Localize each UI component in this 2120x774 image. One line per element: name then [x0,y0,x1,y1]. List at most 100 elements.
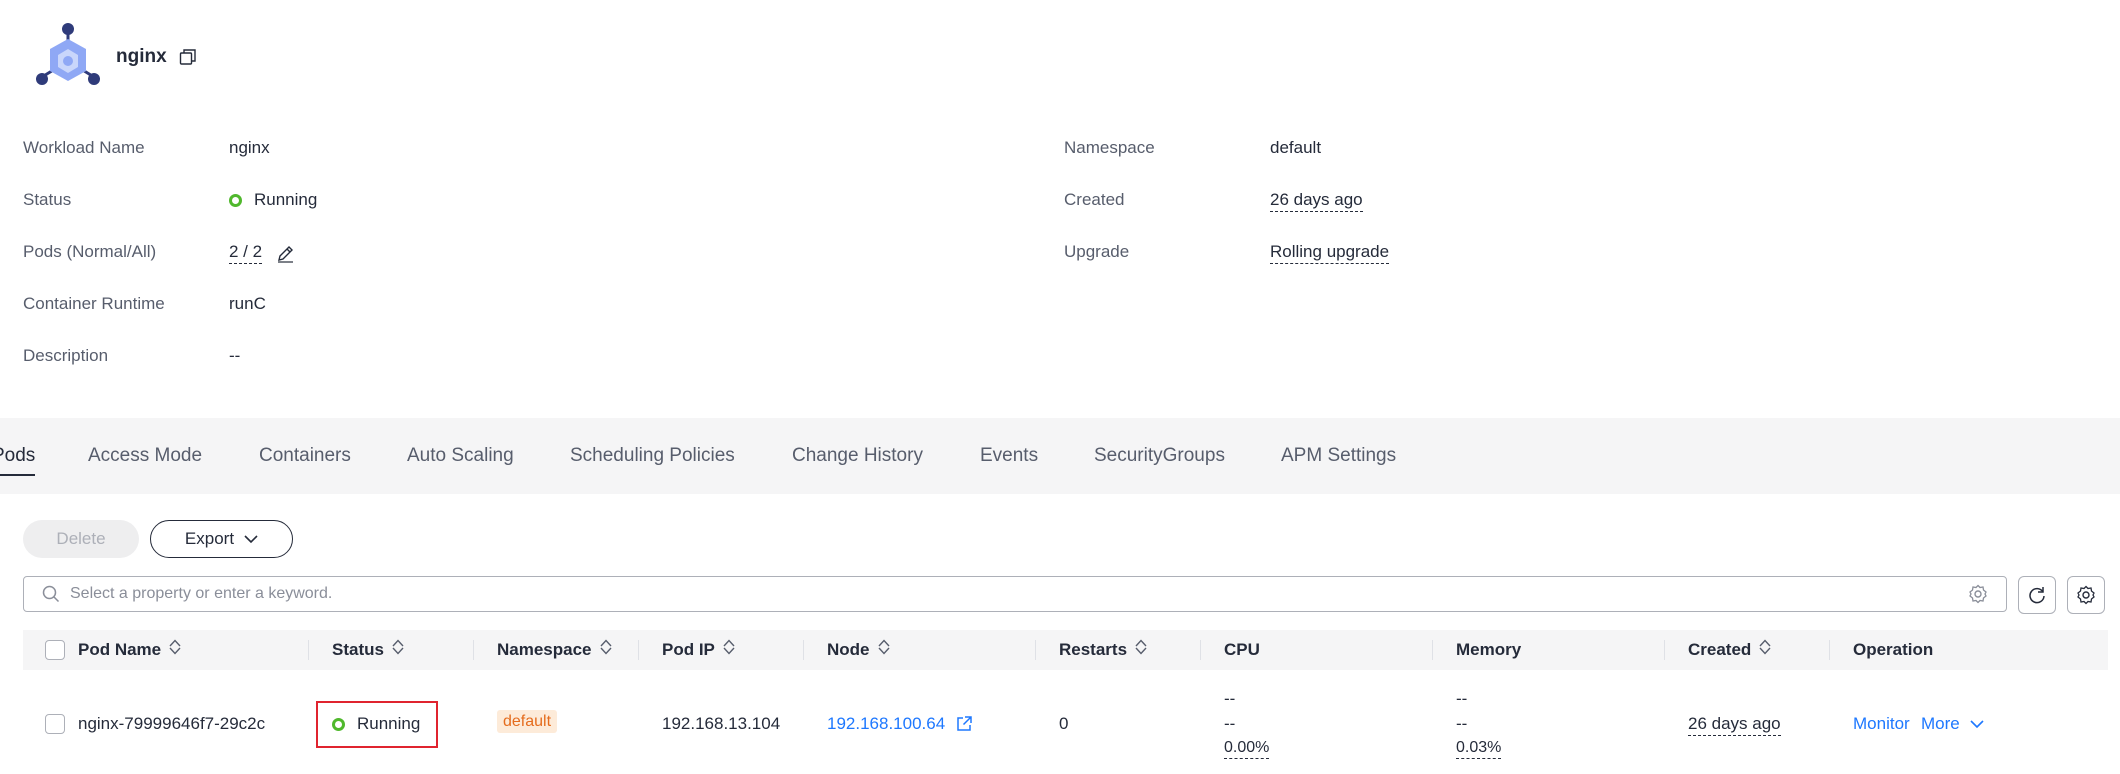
column-label: Restarts [1059,640,1128,659]
external-link-icon[interactable] [955,715,973,733]
more-label: More [1921,714,1960,733]
delete-button[interactable]: Delete [23,520,139,558]
workload-title: nginx [116,46,167,67]
node-link[interactable]: 192.168.100.64 [827,714,945,734]
info-label-created: Created [1064,190,1125,209]
chevron-down-icon [1970,719,1984,729]
info-label-description: Description [23,346,109,365]
info-value-workload-name: nginx [229,138,270,157]
info-label-runtime: Container Runtime [23,294,165,313]
memory-line-1: -- [1456,689,1468,708]
column-label: Node [827,640,870,659]
more-dropdown[interactable]: More [1921,714,1984,734]
pod-ip: 192.168.13.104 [662,714,781,733]
column-label: Status [332,640,384,659]
info-value-runtime: runC [229,294,266,313]
table-settings-button[interactable] [2067,576,2105,614]
column-label: Pod IP [662,640,715,659]
select-all-checkbox[interactable] [45,640,65,660]
column-separator [1035,640,1036,660]
info-label-workload-name: Workload Name [23,138,145,157]
column-header-operation: Operation [1853,640,1934,659]
refresh-icon [2027,585,2047,605]
status-highlight-box [316,701,438,748]
tab-auto-scaling[interactable]: Auto Scaling [407,418,514,494]
cpu-usage: 0.00% [1224,739,1270,759]
pods-count: 2 / 2 [229,242,263,264]
info-value-upgrade: Rolling upgrade [1270,242,1390,264]
column-separator [473,640,474,660]
info-label-upgrade: Upgrade [1064,242,1130,261]
search-icon [42,585,60,603]
sort-icon[interactable] [877,630,891,670]
column-label: Pod Name [78,640,162,659]
sort-icon[interactable] [599,630,613,670]
cpu-line-1: -- [1224,689,1236,708]
sort-icon[interactable] [168,630,182,670]
info-value-pods: 2 / 2 [229,242,295,264]
column-header-memory: Memory [1456,640,1522,659]
column-label: Created [1688,640,1752,659]
column-header-namespace[interactable]: Namespace [497,630,613,670]
pod-created: 26 days ago [1688,714,1781,736]
column-header-pod-ip[interactable]: Pod IP [662,630,736,670]
pod-restarts: 0 [1059,714,1069,733]
column-separator [1829,640,1830,660]
search-bar[interactable] [23,576,2007,612]
search-input[interactable] [68,584,1968,604]
status-text: Running [254,190,318,209]
sort-icon[interactable] [1758,630,1772,670]
column-separator [803,640,804,660]
info-label-status: Status [23,190,72,209]
column-separator [1200,640,1201,660]
sort-icon[interactable] [722,630,736,670]
column-separator [308,640,309,660]
tab-containers[interactable]: Containers [259,418,351,494]
export-label: Export [184,529,235,548]
tab-events[interactable]: Events [980,418,1038,494]
workload-header: nginx [32,21,197,93]
info-value-created: 26 days ago [1270,190,1363,212]
namespace-badge: default [497,710,558,733]
edit-pods-icon[interactable] [276,244,295,263]
refresh-button[interactable] [2018,576,2056,614]
column-header-created[interactable]: Created [1688,630,1772,670]
memory-line-2: -- [1456,714,1468,733]
column-separator [1664,640,1665,660]
column-header-status[interactable]: Status [332,630,405,670]
column-header-node[interactable]: Node [827,630,891,670]
info-label-pods: Pods (Normal/All) [23,242,157,261]
detail-tabs: Pods Access Mode Containers Auto Scaling… [0,418,2120,494]
info-value-namespace: default [1270,138,1322,157]
tab-scheduling-policies[interactable]: Scheduling Policies [570,418,735,494]
pod-name: nginx-79999646f7-29c2c [78,714,266,733]
status-running-icon [229,193,242,207]
table-header: Pod Name Status Namespace Pod IP Node Re… [23,630,2108,670]
copy-icon[interactable] [179,48,197,66]
workload-logo-icon [32,21,104,93]
pod-node: 192.168.100.64 [827,714,973,734]
memory-usage: 0.03% [1456,739,1502,759]
tab-access-mode[interactable]: Access Mode [88,418,202,494]
gear-icon [2076,585,2096,605]
sort-icon[interactable] [391,630,405,670]
column-separator [638,640,639,660]
column-header-pod-name[interactable]: Pod Name [78,630,182,670]
info-value-description: -- [229,346,241,365]
tab-apm-settings[interactable]: APM Settings [1281,418,1396,494]
column-header-restarts[interactable]: Restarts [1059,630,1148,670]
cpu-line-2: -- [1224,714,1236,733]
tab-pods[interactable]: Pods [0,418,36,494]
info-value-status: Running [229,190,317,210]
monitor-link[interactable]: Monitor [1853,714,1910,734]
pod-namespace: default [497,710,558,733]
column-header-cpu: CPU [1224,640,1260,659]
search-settings-icon[interactable] [1968,584,1988,604]
tab-security-groups[interactable]: SecurityGroups [1094,418,1225,494]
chevron-down-icon [244,534,258,544]
sort-icon[interactable] [1134,630,1148,670]
row-checkbox[interactable] [45,714,65,734]
export-button[interactable]: Export [150,520,293,558]
column-separator [1432,640,1433,660]
tab-change-history[interactable]: Change History [792,418,923,494]
